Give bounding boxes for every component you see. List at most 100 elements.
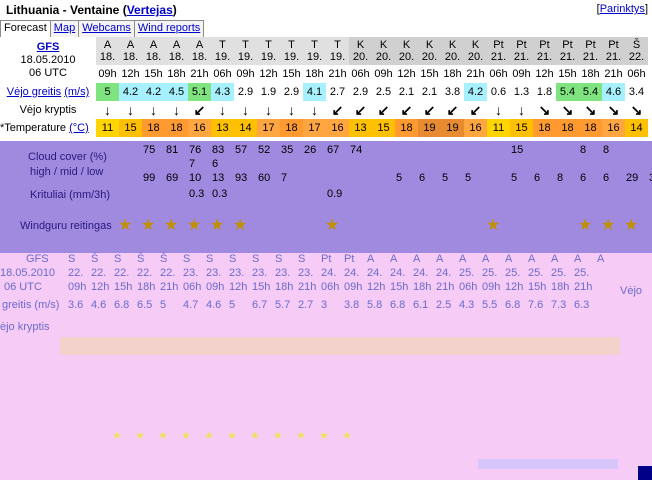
temperature-cell: 15: [510, 119, 533, 137]
wind-arrow-icon: ↘: [538, 101, 551, 118]
day-name: A: [149, 39, 158, 51]
wind-arrow-icon: ↙: [446, 101, 459, 118]
cloud-high-value: 8: [603, 144, 610, 156]
day-cell: A 18.: [119, 37, 142, 65]
day-date: 19.: [260, 51, 277, 63]
cloud-high-value: 52: [258, 144, 271, 156]
rating-star-icon: ★: [486, 217, 501, 234]
hour-cell: 06h: [211, 65, 234, 83]
forecast-table: GFS 18.05.2010 06 UTC A 18. A 18. A 18. A 18. A 1…: [0, 37, 648, 137]
wind-speed-cell: 4.2: [464, 83, 487, 101]
temperature-cell: 18: [579, 119, 602, 137]
ghost-day: A: [551, 253, 559, 265]
day-cell: Pt 21.: [533, 37, 556, 65]
hour-cell: 09h: [510, 65, 533, 83]
day-name: K: [471, 39, 480, 51]
rating-star-icon: ★: [601, 217, 616, 234]
day-cell: A 18.: [165, 37, 188, 65]
rating-star-icon: ★: [141, 217, 156, 234]
ghost-date-cell: 22.: [160, 267, 176, 279]
model-link[interactable]: GFS: [37, 41, 60, 53]
day-name: Pt: [539, 39, 550, 51]
tab-webcams[interactable]: Webcams: [78, 20, 135, 38]
ghost-speed-cell: 6.8: [390, 299, 406, 311]
ghost-hour: 09h: [344, 281, 363, 293]
rating-star-icon: ★: [210, 217, 225, 234]
ghost-hour: 18h: [275, 281, 294, 293]
rating-label: Windguru reitingas: [20, 220, 112, 232]
day-name: A: [172, 39, 181, 51]
temperature-cell: 18: [165, 119, 188, 137]
day-cell: K 20.: [441, 37, 464, 65]
ghost-model: GFS: [26, 253, 49, 265]
temperature-cell: 19: [418, 119, 441, 137]
ghost-date-cell: 25.: [574, 267, 590, 279]
ghost-date-cell: 23.: [183, 267, 199, 279]
title-bar: Lithuania - Ventaine (Vertejas) [Parinkt…: [0, 0, 652, 20]
temperature-cell: 19: [441, 119, 464, 137]
day-date: 18.: [191, 51, 208, 63]
day-name: Pt: [562, 39, 573, 51]
wind-arrow-icon: ↘: [561, 101, 574, 118]
hour-cell: 09h: [96, 65, 119, 83]
wind-speed-cell: 4.5: [165, 83, 188, 101]
day-name: K: [425, 39, 434, 51]
ghost-star-icon: ★: [135, 430, 145, 442]
hour-cell: 09h: [234, 65, 257, 83]
wind-speed-label: Vėjo greitis (m/s): [0, 83, 96, 101]
translator-link[interactable]: Vertejas: [127, 3, 173, 17]
day-name: T: [288, 39, 295, 51]
day-name: T: [265, 39, 272, 51]
ghost-date-cell: 25.: [459, 267, 475, 279]
rain-value: 0.9: [327, 188, 343, 200]
cloud-low-value: 13: [212, 172, 225, 184]
ghost-hour: 09h: [206, 281, 225, 293]
wind-speed-link[interactable]: Vėjo greitis: [7, 86, 61, 98]
ghost-speed-cell: 6.5: [137, 299, 153, 311]
temperature-cell: 18: [556, 119, 579, 137]
temperature-cell: 11: [96, 119, 119, 137]
temperature-cell: 17: [257, 119, 280, 137]
day-date: 21.: [490, 51, 507, 63]
cloud-low-value: 5: [465, 172, 472, 184]
scroll-corner[interactable]: [638, 466, 652, 480]
wind-speed-cell: 4.2: [142, 83, 165, 101]
wind-speed-cell: 4.2: [119, 83, 142, 101]
cloud-low-value: 5: [511, 172, 518, 184]
tab-map[interactable]: Map: [49, 20, 80, 38]
ghost-day: S: [206, 253, 214, 265]
lower-panel: Cloud cover (%) high / mid / low Krituli…: [0, 141, 652, 480]
tab-wind-reports[interactable]: Wind reports: [133, 20, 205, 38]
temp-unit-link[interactable]: (°C): [69, 122, 89, 134]
day-cell: T 19.: [280, 37, 303, 65]
wind-arrow-icon: ↙: [193, 101, 206, 118]
day-date: 18.: [99, 51, 116, 63]
cloud-high-value: 8: [580, 144, 587, 156]
ghost-hour: 21h: [298, 281, 317, 293]
wind-arrow-icon: ↘: [584, 101, 597, 118]
ghost-hour: 12h: [367, 281, 386, 293]
settings-link[interactable]: Parinktys: [600, 3, 645, 15]
ghost-day: S: [229, 253, 237, 265]
wind-unit-link[interactable]: (m/s): [64, 86, 89, 98]
ghost-speed-cell: 7.3: [551, 299, 567, 311]
rating-star-icon: ★: [624, 217, 639, 234]
tab-forecast[interactable]: Forecast: [0, 20, 51, 38]
day-cell: A 18.: [96, 37, 119, 65]
ghost-hour: 18h: [551, 281, 570, 293]
day-cell: T 19.: [303, 37, 326, 65]
cloud-high-value: 75: [143, 144, 156, 156]
wind-speed-cell: 2.9: [280, 83, 303, 101]
day-date: 20.: [421, 51, 438, 63]
location-title: Lithuania - Ventaine (Vertejas): [6, 3, 177, 17]
hour-cell: 21h: [188, 65, 211, 83]
temperature-cell: 18: [142, 119, 165, 137]
rain-value: 0.3: [212, 188, 228, 200]
ghost-date-cell: 23.: [206, 267, 222, 279]
cloud-high-value: 15: [511, 144, 524, 156]
ghost-day: S: [183, 253, 191, 265]
day-date: 20.: [352, 51, 369, 63]
day-name: T: [334, 39, 341, 51]
hour-cell: 18h: [303, 65, 326, 83]
cloud-high-value: 67: [327, 144, 340, 156]
